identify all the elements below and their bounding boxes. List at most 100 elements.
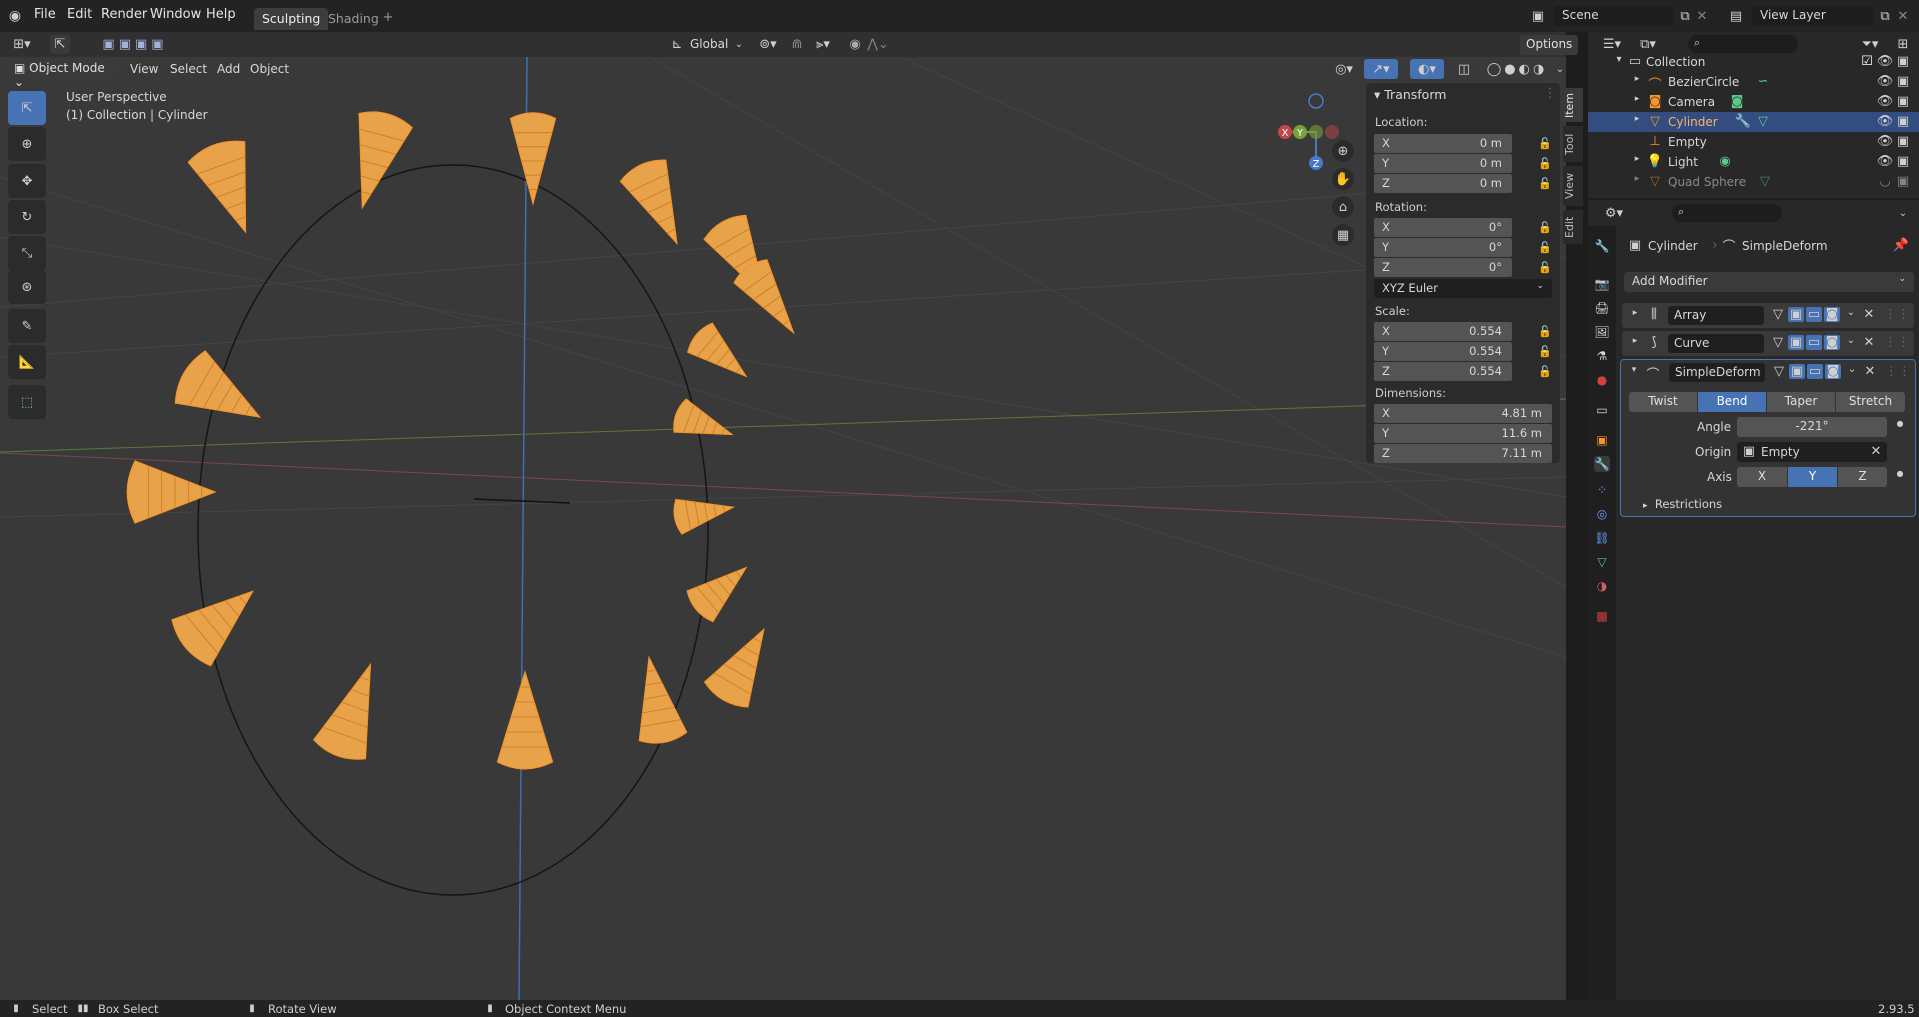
- camera-restrict-icon[interactable]: ▣: [1896, 74, 1910, 89]
- lock-icon[interactable]: 🔓: [1538, 221, 1552, 234]
- select-tool-icon[interactable]: ⇱: [8, 91, 46, 125]
- axis-y-button[interactable]: Y: [1788, 467, 1837, 487]
- chevron-down-icon[interactable]: ⌄: [1844, 307, 1858, 318]
- eye-icon[interactable]: 👁: [1877, 134, 1894, 149]
- drag-handle-icon[interactable]: ⋮⋮: [1884, 335, 1910, 350]
- add-modifier-dropdown[interactable]: Add Modifier ⌄: [1624, 272, 1914, 292]
- camera-restrict-icon[interactable]: ▣: [1896, 54, 1910, 69]
- cursor-tool-icon[interactable]: ⊕: [8, 127, 46, 161]
- drag-handle-icon[interactable]: ⋮⋮: [1885, 364, 1911, 379]
- scale-tool-icon[interactable]: ⤡: [8, 236, 46, 270]
- proportional-edit-icon[interactable]: ◉: [846, 35, 864, 54]
- deform-mode-bend[interactable]: Bend: [1698, 392, 1766, 412]
- xray-icon[interactable]: ◫: [1456, 59, 1472, 79]
- eye-icon[interactable]: 👁: [1877, 54, 1894, 69]
- blender-logo-icon[interactable]: ◉: [6, 8, 24, 24]
- camera-restrict-icon[interactable]: ▣: [1896, 174, 1910, 189]
- selection-mode-icons[interactable]: ▣▣▣▣: [88, 35, 182, 54]
- view-layer-selector-icon[interactable]: ▤: [1722, 7, 1750, 25]
- menu-view[interactable]: View: [130, 62, 158, 76]
- eye-icon[interactable]: 👁: [1877, 74, 1894, 89]
- view-layer-name-field[interactable]: View Layer: [1752, 6, 1874, 26]
- camera-data-icon[interactable]: ◙: [1730, 94, 1744, 109]
- annotate-tool-icon[interactable]: ✎: [8, 309, 46, 343]
- eye-icon[interactable]: 👁: [1877, 94, 1894, 109]
- angle-field[interactable]: -221°: [1737, 417, 1887, 437]
- pin-icon[interactable]: 📌: [1893, 237, 1909, 253]
- light-data-icon[interactable]: ◉: [1718, 154, 1732, 169]
- tab-view[interactable]: View: [1563, 166, 1583, 206]
- scene-tab-icon[interactable]: ⚗: [1594, 348, 1610, 364]
- scene-selector-icon[interactable]: ▣: [1524, 7, 1552, 25]
- filter-icon[interactable]: ⏷▾: [1856, 35, 1884, 53]
- camera-view-icon[interactable]: ⌂: [1332, 196, 1354, 218]
- dimensions-z-field[interactable]: Z 7.11 m: [1374, 444, 1552, 463]
- bezier-circle[interactable]: [197, 164, 709, 896]
- shading-options-icon[interactable]: ⌄: [1554, 59, 1566, 79]
- drag-handle-icon[interactable]: ⋮⋮: [1884, 307, 1910, 322]
- add-workspace-icon[interactable]: +: [380, 9, 396, 25]
- data-tab-icon[interactable]: ▽: [1594, 554, 1610, 570]
- measure-tool-icon[interactable]: 📐: [8, 345, 46, 379]
- menu-window[interactable]: Window: [150, 7, 201, 22]
- lock-icon[interactable]: 🔓: [1538, 137, 1552, 150]
- 3d-viewport[interactable]: X Y Z User Perspective (1) Collection | …: [0, 57, 1566, 1000]
- particles-tab-icon[interactable]: ⁘: [1594, 482, 1610, 498]
- editmode-icon[interactable]: ▣: [1788, 307, 1804, 322]
- outliner-item-camera[interactable]: ▸ ◙ Camera ◙ 👁 ▣: [1588, 92, 1919, 112]
- tab-tool[interactable]: Tool: [1563, 126, 1583, 162]
- edit-cage-icon[interactable]: ▽: [1771, 364, 1787, 379]
- transform-section-header[interactable]: ▾ Transform: [1374, 87, 1446, 102]
- editmode-icon[interactable]: ▣: [1789, 364, 1805, 379]
- add-cube-tool-icon[interactable]: ⬚: [8, 385, 46, 419]
- chevron-down-icon[interactable]: ⌄: [733, 35, 745, 54]
- clear-icon[interactable]: ✕: [1869, 444, 1883, 459]
- camera-restrict-icon[interactable]: ▣: [1896, 134, 1910, 149]
- eye-closed-icon[interactable]: ◡: [1878, 174, 1892, 189]
- deform-mode-taper[interactable]: Taper: [1767, 392, 1835, 412]
- outliner-item-cylinder[interactable]: ▸ ▽ Cylinder 🔧 ▽ 👁 ▣: [1588, 112, 1919, 132]
- viewport-display-icon[interactable]: ▭: [1806, 307, 1822, 322]
- rotation-z-field[interactable]: Z 0°: [1374, 258, 1512, 277]
- new-scene-icon[interactable]: ⧉: [1677, 7, 1693, 25]
- falloff-icon[interactable]: ⋀⌄: [866, 35, 890, 54]
- chevron-down-icon[interactable]: ⌄: [1844, 335, 1858, 346]
- empty-object[interactable]: [473, 498, 571, 504]
- chevron-down-icon[interactable]: ⌄: [1845, 364, 1859, 375]
- camera-restrict-icon[interactable]: ▣: [1896, 94, 1910, 109]
- close-icon[interactable]: ✕: [1862, 335, 1876, 350]
- location-y-field[interactable]: Y 0 m: [1374, 154, 1512, 173]
- outliner-editor-icon[interactable]: ☰▾: [1598, 35, 1626, 53]
- transform-orientation-dropdown[interactable]: Global: [690, 37, 728, 51]
- menu-add[interactable]: Add: [217, 62, 240, 76]
- shading-mode-icons[interactable]: ◯●◐◑: [1480, 59, 1554, 79]
- editor-type-icon[interactable]: ⊞▾: [8, 35, 36, 54]
- dimensions-y-field[interactable]: Y 11.6 m: [1374, 424, 1552, 443]
- visibility-icon[interactable]: ◎▾: [1330, 59, 1358, 79]
- snap-target-icon[interactable]: ⫸▾: [808, 35, 838, 54]
- outliner-item-empty[interactable]: ⊥ Empty 👁 ▣: [1588, 132, 1919, 152]
- render-display-icon[interactable]: ◙: [1825, 364, 1841, 379]
- expand-icon[interactable]: ▸: [1632, 154, 1642, 164]
- axis-x-button[interactable]: X: [1737, 467, 1787, 487]
- viewport-display-icon[interactable]: ▭: [1806, 335, 1822, 350]
- expand-icon[interactable]: ▸: [1632, 174, 1642, 184]
- rotation-mode-dropdown[interactable]: XYZ Euler ⌄: [1374, 279, 1552, 298]
- edit-cage-icon[interactable]: ▽: [1770, 335, 1786, 350]
- close-icon[interactable]: ✕: [1862, 307, 1876, 322]
- modifier-name-field[interactable]: Array: [1668, 306, 1764, 325]
- deformed-cylinder-instances[interactable]: [126, 107, 810, 770]
- close-icon[interactable]: ✕: [1863, 364, 1877, 379]
- dimensions-x-field[interactable]: X 4.81 m: [1374, 404, 1552, 423]
- gizmo-neg-z[interactable]: [1308, 93, 1324, 109]
- menu-render[interactable]: Render: [101, 7, 147, 22]
- new-view-layer-icon[interactable]: ⧉: [1877, 7, 1893, 25]
- tab-shading[interactable]: Shading: [320, 8, 387, 30]
- rotate-tool-icon[interactable]: ↻: [8, 200, 46, 234]
- texture-tab-icon[interactable]: ▩: [1594, 608, 1610, 624]
- expand-icon[interactable]: ▸: [1632, 94, 1642, 104]
- menu-edit[interactable]: Edit: [67, 7, 92, 22]
- scale-z-field[interactable]: Z 0.554: [1374, 362, 1512, 381]
- collapse-icon[interactable]: ▾: [1629, 365, 1639, 375]
- expand-icon[interactable]: ▸: [1632, 114, 1642, 124]
